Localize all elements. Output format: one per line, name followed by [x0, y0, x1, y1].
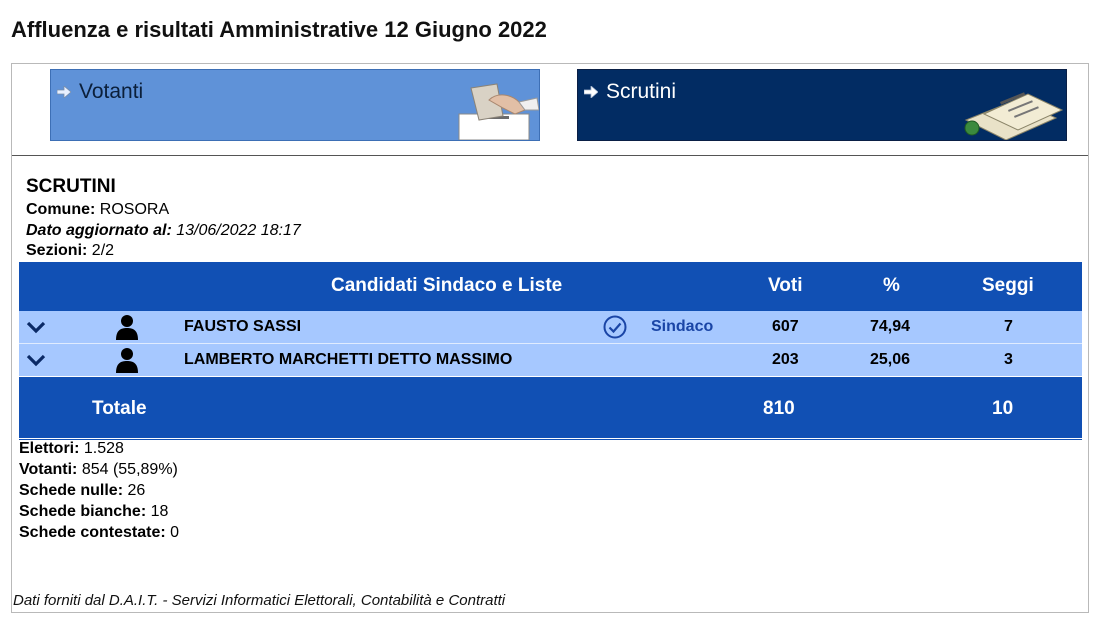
nulle-value: 26: [127, 482, 146, 499]
elected-label: Sindaco: [651, 318, 714, 335]
stat-schede-nulle: Schede nulle: 26: [19, 480, 145, 501]
candidate-name: LAMBERTO MARCHETTI DETTO MASSIMO: [184, 351, 513, 368]
contestate-label: Schede contestate:: [19, 524, 166, 541]
header-candidati: Candidati Sindaco e Liste: [331, 275, 563, 296]
total-label: Totale: [92, 398, 147, 419]
total-voti: 810: [763, 398, 795, 419]
arrow-right-icon: [584, 86, 598, 98]
comune-value: ROSORA: [99, 201, 170, 218]
tab-votanti[interactable]: Votanti: [50, 69, 540, 141]
candidate-voti: 203: [772, 351, 799, 368]
sezioni-info: Sezioni: 2/2: [26, 241, 114, 261]
comune-info: Comune: ROSORA: [26, 200, 169, 220]
ballot-papers-illustration: [964, 92, 1064, 140]
header-seggi: Seggi: [982, 275, 1034, 296]
table-bottom-rule: [19, 439, 1082, 440]
ballot-box-illustration: [458, 83, 539, 140]
stat-elettori: Elettori: 1.528: [19, 438, 124, 459]
person-icon: [116, 315, 138, 340]
total-row: Totale 810 10: [19, 376, 1082, 438]
arrow-right-icon: [57, 86, 71, 98]
footer-note: Dati forniti dal D.A.I.T. - Servizi Info…: [13, 592, 506, 609]
candidate-percent: 74,94: [870, 318, 911, 335]
update-label: Dato aggiornato al:: [26, 222, 172, 239]
stat-schede-bianche: Schede bianche: 18: [19, 501, 168, 522]
comune-label: Comune:: [26, 201, 96, 218]
stat-schede-contestate: Schede contestate: 0: [19, 522, 179, 543]
contestate-value: 0: [170, 524, 180, 541]
sezioni-label: Sezioni:: [26, 242, 88, 259]
check-circle-icon: [603, 315, 627, 339]
results-table: Candidati Sindaco e Liste Voti % Seggi F…: [19, 262, 1082, 440]
votanti-label: Votanti:: [19, 461, 78, 478]
tab-scrutini[interactable]: Scrutini: [577, 69, 1067, 141]
tab-votanti-label: Votanti: [79, 80, 144, 103]
elettori-value: 1.528: [83, 440, 124, 457]
candidate-seggi: 7: [1004, 318, 1013, 335]
header-percent: %: [883, 275, 900, 296]
header-divider: [12, 155, 1088, 156]
chevron-down-icon[interactable]: [25, 352, 47, 368]
person-icon: [116, 348, 138, 373]
results-frame: Votanti Scrutini SCRUTINI Comune: ROSORA…: [11, 63, 1089, 613]
candidate-name: FAUSTO SASSI: [184, 318, 302, 335]
nulle-label: Schede nulle:: [19, 482, 124, 499]
tab-scrutini-label: Scrutini: [606, 80, 677, 103]
update-value: 13/06/2022 18:17: [176, 222, 301, 239]
table-row: LAMBERTO MARCHETTI DETTO MASSIMO 203 25,…: [19, 343, 1082, 376]
elettori-label: Elettori:: [19, 440, 80, 457]
stat-votanti: Votanti: 854 (55,89%): [19, 459, 178, 480]
bianche-label: Schede bianche:: [19, 503, 147, 520]
candidate-seggi: 3: [1004, 351, 1013, 368]
total-seggi: 10: [992, 398, 1014, 419]
chevron-down-icon[interactable]: [25, 319, 47, 335]
update-info: Dato aggiornato al: 13/06/2022 18:17: [26, 221, 301, 241]
candidate-percent: 25,06: [870, 351, 911, 368]
page-title: Affluenza e risultati Amministrative 12 …: [11, 17, 547, 42]
table-row: FAUSTO SASSI Sindaco 607 74,94 7: [19, 310, 1082, 343]
section-title: SCRUTINI: [26, 176, 116, 197]
votanti-value: 854 (55,89%): [81, 461, 178, 478]
candidate-voti: 607: [772, 318, 799, 335]
bianche-value: 18: [150, 503, 169, 520]
sezioni-value: 2/2: [91, 242, 115, 259]
header-voti: Voti: [768, 275, 803, 296]
table-header: Candidati Sindaco e Liste Voti % Seggi: [19, 262, 1082, 310]
